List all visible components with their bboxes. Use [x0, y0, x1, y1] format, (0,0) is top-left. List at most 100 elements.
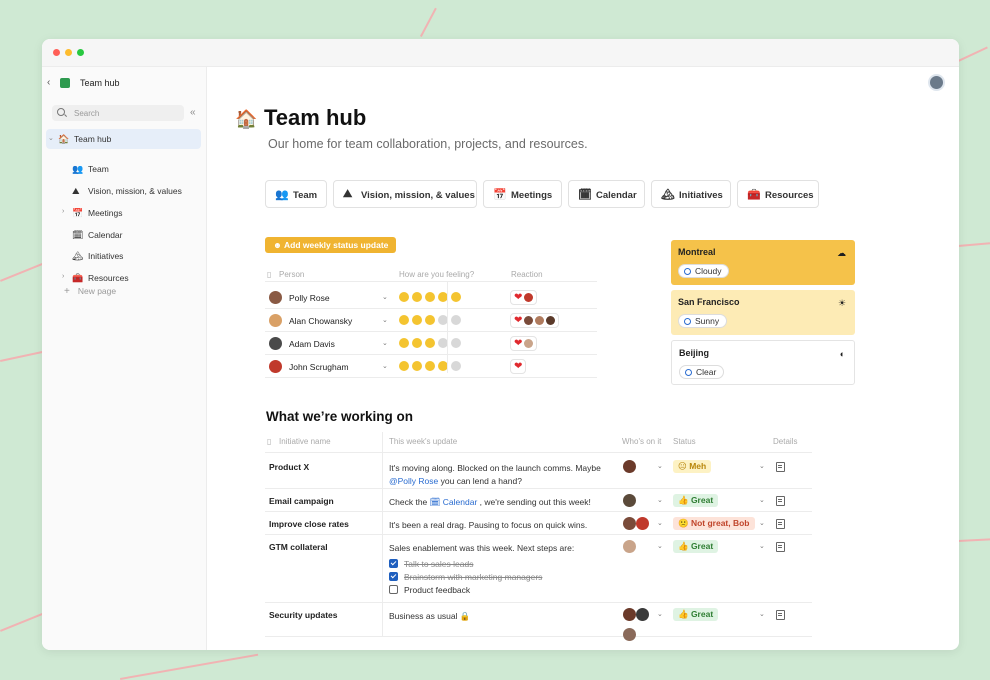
weather-card-montreal[interactable]: Montreal Cloudy ☁ [671, 240, 855, 285]
weather-card-san-francisco[interactable]: San Francisco Sunny ☀ [671, 290, 855, 335]
assignee-avatars[interactable] [623, 608, 649, 641]
checklist-item[interactable]: Product feedback [389, 585, 470, 595]
user-avatar[interactable] [928, 74, 945, 91]
initiative-name[interactable]: Product X [269, 462, 309, 472]
assignee-avatars[interactable] [623, 494, 636, 512]
smiley-icon[interactable] [425, 292, 435, 302]
tab-team[interactable]: 👥 Team [265, 180, 327, 208]
initiative-name[interactable]: Email campaign [269, 496, 334, 506]
details-icon[interactable] [776, 496, 785, 506]
new-page-button[interactable]: + New page [64, 286, 116, 297]
sidebar-item-vision-mission-values[interactable]: ⛰ Vision, mission, & values [46, 181, 201, 201]
mention-link[interactable]: 🗓 Calendar [430, 497, 478, 507]
assignee-avatars[interactable] [623, 517, 649, 535]
smiley-icon[interactable] [412, 361, 422, 371]
sidebar-item-team[interactable]: 👥 Team [46, 159, 201, 179]
initiative-name[interactable]: Security updates [269, 610, 338, 620]
chevron-down-icon[interactable]: ⌄ [759, 610, 765, 618]
checkbox[interactable] [389, 559, 398, 568]
assignee-avatars[interactable] [623, 540, 636, 558]
chevron-down-icon[interactable]: ⌄ [657, 610, 663, 618]
checkbox[interactable] [389, 572, 398, 581]
heart-icon[interactable]: ❤ [514, 292, 522, 303]
collapse-sidebar-icon[interactable]: « [190, 107, 196, 118]
heart-icon[interactable]: ❤ [514, 361, 522, 372]
chevron-down-icon[interactable]: ⌄ [382, 362, 388, 370]
mention-link[interactable]: @Polly Rose [389, 476, 438, 486]
sidebar-item-calendar[interactable]: 🗓 Calendar [46, 225, 201, 245]
tab-vision-mission-values[interactable]: ⛰ Vision, mission, & values [333, 180, 477, 208]
reaction-group[interactable]: ❤ [510, 336, 538, 351]
heart-icon[interactable]: ❤ [514, 315, 522, 326]
feeling-rating[interactable] [399, 361, 464, 374]
weekly-update[interactable]: It's moving along. Blocked on the launch… [389, 462, 614, 488]
tab-meetings[interactable]: 📅 Meetings [483, 180, 562, 208]
initiative-name[interactable]: GTM collateral [269, 542, 328, 552]
status-badge[interactable]: 👍 Great [673, 540, 719, 553]
smiley-icon[interactable] [425, 338, 435, 348]
feeling-rating[interactable] [399, 292, 464, 305]
status-badge[interactable]: 😐 Meh [673, 460, 712, 473]
minimize-window-button[interactable] [65, 49, 72, 56]
checklist-item[interactable]: Brainstorm with marketing managers [389, 572, 542, 582]
chevron-icon[interactable]: › [62, 208, 64, 215]
chevron-down-icon[interactable]: ⌄ [657, 519, 663, 527]
workspace-title[interactable]: Team hub [80, 78, 120, 88]
assignee-avatars[interactable] [623, 460, 636, 478]
weather-card-beijing[interactable]: Beijing Clear ◐ [671, 340, 855, 385]
weekly-update[interactable]: It's been a real drag. Pausing to focus … [389, 519, 614, 532]
sidebar-item-resources[interactable]: › 🧰 Resources [46, 268, 201, 288]
checkbox[interactable] [389, 585, 398, 594]
add-status-update-button[interactable]: ☻ Add weekly status update [265, 237, 397, 253]
tab-resources[interactable]: 🧰 Resources [737, 180, 819, 208]
chevron-down-icon[interactable]: ⌄ [382, 339, 388, 347]
reaction-group[interactable]: ❤ [510, 359, 527, 374]
feeling-rating[interactable] [399, 315, 464, 328]
chevron-icon[interactable]: › [62, 273, 64, 280]
chevron-down-icon[interactable]: ⌄ [657, 496, 663, 504]
status-badge[interactable]: 👍 Great [673, 494, 719, 507]
maximize-window-button[interactable] [77, 49, 84, 56]
feeling-rating[interactable] [399, 338, 464, 351]
details-icon[interactable] [776, 519, 785, 529]
sidebar-item-team-hub[interactable]: ⌄ 🏠 Team hub [46, 129, 201, 149]
smiley-icon[interactable] [399, 338, 409, 348]
smiley-icon[interactable] [425, 315, 435, 325]
smiley-icon[interactable] [451, 315, 461, 325]
status-badge[interactable]: 🙁 Not great, Bob [673, 517, 755, 530]
smiley-icon[interactable] [451, 361, 461, 371]
weekly-update[interactable]: Check the 🗓 Calendar , we're sending out… [389, 496, 614, 509]
chevron-down-icon[interactable]: ⌄ [382, 316, 388, 324]
initiative-name[interactable]: Improve close rates [269, 519, 349, 529]
smiley-icon[interactable] [412, 315, 422, 325]
smiley-icon[interactable] [412, 338, 422, 348]
chevron-down-icon[interactable]: ⌄ [759, 542, 765, 550]
chevron-down-icon[interactable]: ⌄ [657, 542, 663, 550]
status-badge[interactable]: 👍 Great [673, 608, 719, 621]
details-icon[interactable] [776, 610, 785, 620]
smiley-icon[interactable] [451, 292, 461, 302]
chevron-down-icon[interactable]: ⌄ [759, 496, 765, 504]
sidebar-item-initiatives[interactable]: 🏔 Initiatives [46, 246, 201, 266]
tab-calendar[interactable]: 🗓 Calendar [568, 180, 645, 208]
chevron-icon[interactable]: ⌄ [48, 134, 54, 142]
checklist-item[interactable]: Talk to sales leads [389, 559, 473, 569]
reaction-group[interactable]: ❤ [510, 290, 538, 305]
smiley-icon[interactable] [425, 361, 435, 371]
weekly-update[interactable]: Sales enablement was this week. Next ste… [389, 542, 614, 555]
chevron-down-icon[interactable]: ⌄ [382, 293, 388, 301]
back-icon[interactable]: ‹ [47, 77, 50, 88]
smiley-icon[interactable] [399, 361, 409, 371]
search-input[interactable]: Search [52, 105, 184, 121]
chevron-down-icon[interactable]: ⌄ [759, 519, 765, 527]
weekly-update[interactable]: Business as usual 🔒 [389, 610, 614, 623]
chevron-down-icon[interactable]: ⌄ [657, 462, 663, 470]
smiley-icon[interactable] [412, 292, 422, 302]
details-icon[interactable] [776, 542, 785, 552]
sidebar-item-meetings[interactable]: › 📅 Meetings [46, 203, 201, 223]
chevron-down-icon[interactable]: ⌄ [759, 462, 765, 470]
tab-initiatives[interactable]: 🏔 Initiatives [651, 180, 731, 208]
smiley-icon[interactable] [399, 292, 409, 302]
smiley-icon[interactable] [399, 315, 409, 325]
heart-icon[interactable]: ❤ [514, 338, 522, 349]
